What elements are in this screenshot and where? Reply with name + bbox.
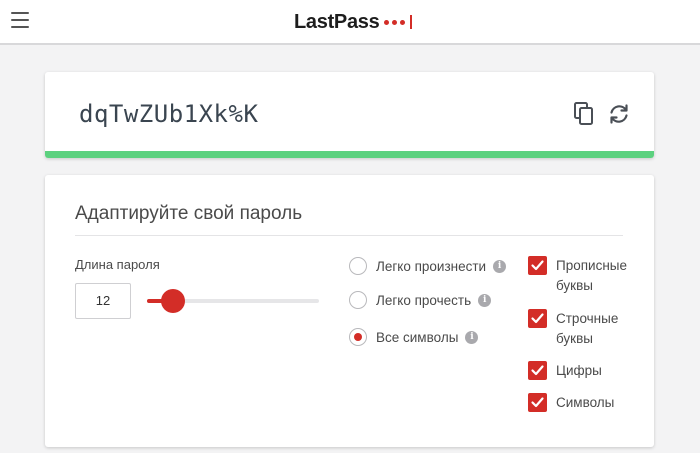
checkbox-checked[interactable]	[528, 393, 547, 412]
length-slider[interactable]	[147, 289, 319, 313]
strength-meter	[45, 151, 654, 158]
checkbox-lowercase[interactable]: Строчные буквы	[528, 309, 636, 349]
checkbox-label: Цифры	[556, 363, 602, 378]
lastpass-logo: LastPass	[294, 9, 413, 35]
length-input[interactable]: 12	[75, 283, 131, 319]
radio-label: Легко произнести	[376, 258, 487, 274]
checkbox-label: Прописные буквы	[556, 258, 627, 293]
info-icon[interactable]: i	[478, 293, 492, 307]
radio-easy-to-say[interactable]: Легко произнести i	[349, 257, 507, 275]
top-bar: LastPass	[0, 0, 700, 45]
radio-button[interactable]	[349, 291, 367, 309]
length-label: Длина пароля	[75, 257, 160, 272]
password-card: dqTwZUb1Xk%K	[45, 72, 654, 158]
section-title: Адаптируйте свой пароль	[75, 203, 303, 224]
checkbox-numbers[interactable]: Цифры	[528, 361, 636, 381]
info-icon[interactable]: i	[493, 259, 507, 273]
radio-button-selected[interactable]	[349, 328, 367, 346]
checkbox-checked[interactable]	[528, 309, 547, 328]
options-card: Адаптируйте свой пароль Длина пароля 12 …	[45, 175, 654, 447]
radio-easy-to-read[interactable]: Легко прочесть i	[349, 291, 492, 309]
refresh-icon[interactable]	[607, 102, 631, 126]
info-icon[interactable]: i	[465, 330, 479, 344]
slider-thumb[interactable]	[161, 289, 186, 313]
checkbox-checked[interactable]	[528, 361, 547, 380]
checkbox-label: Символы	[556, 395, 615, 410]
radio-all-characters[interactable]: Все символы i	[349, 328, 479, 346]
divider	[75, 235, 623, 236]
checkbox-uppercase[interactable]: Прописные буквы	[528, 256, 636, 296]
copy-icon[interactable]	[573, 102, 597, 126]
hamburger-menu-icon[interactable]	[11, 12, 29, 28]
generated-password[interactable]: dqTwZUb1Xk%K	[79, 100, 258, 128]
radio-label: Все символы	[376, 329, 459, 345]
checkbox-symbols[interactable]: Символы	[528, 393, 636, 413]
radio-label: Легко прочесть	[376, 292, 472, 308]
logo-text: LastPass	[294, 10, 380, 33]
radio-button[interactable]	[349, 257, 367, 275]
logo-dots	[384, 15, 413, 29]
checkbox-checked[interactable]	[528, 256, 547, 275]
checkbox-label: Строчные буквы	[556, 311, 619, 346]
